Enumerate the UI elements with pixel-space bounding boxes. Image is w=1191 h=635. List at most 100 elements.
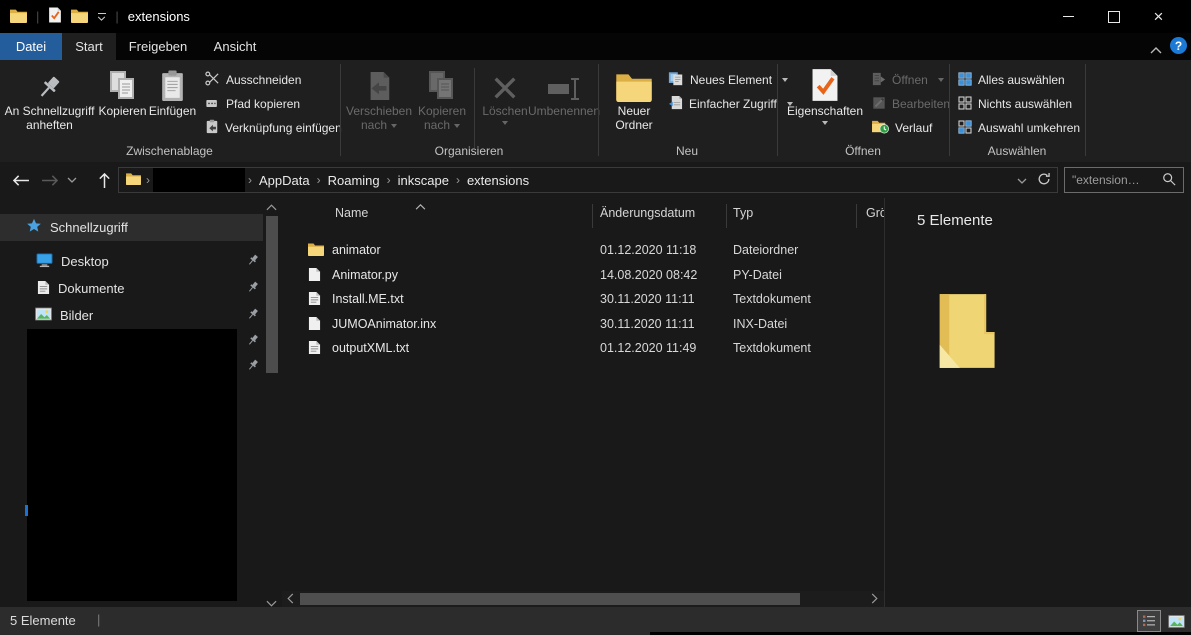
tab-ansicht[interactable]: Ansicht — [200, 33, 270, 60]
file-row-outputxml[interactable]: outputXML.txt 01.12.2020 11:49 Textdokum… — [282, 336, 884, 360]
paste-shortcut-button[interactable]: Verknüpfung einfügen — [205, 118, 342, 138]
copy-to-icon — [428, 64, 456, 102]
forward-button[interactable] — [38, 168, 62, 192]
horizontal-scrollbar-thumb[interactable] — [300, 593, 800, 605]
qat-properties-icon[interactable] — [48, 7, 62, 26]
address-toolbar: › › AppData › Roaming › inkscape › exten… — [0, 162, 1191, 198]
pin-icon[interactable] — [247, 254, 259, 269]
group-separator — [474, 68, 475, 148]
main-content: Schnellzugriff Desktop Dokumente Bild — [0, 198, 1191, 607]
up-button[interactable] — [92, 168, 116, 192]
select-all-icon — [958, 72, 972, 89]
sidebar-item-bilder[interactable]: Bilder — [0, 302, 263, 329]
group-separator — [949, 64, 950, 156]
pin-icon[interactable] — [247, 334, 259, 349]
quick-access-star-icon — [26, 218, 42, 237]
column-header-size[interactable]: Größe — [866, 206, 884, 220]
tab-start[interactable]: Start — [62, 33, 116, 60]
address-dropdown-chevron-icon[interactable] — [1017, 173, 1027, 187]
dropdown-caret — [822, 121, 828, 125]
select-none-button[interactable]: Nichts auswählen — [958, 94, 1072, 114]
sidebar-item-dokumente[interactable]: Dokumente — [0, 275, 263, 302]
breadcrumb-inkscape[interactable]: inkscape — [394, 173, 453, 188]
search-icon[interactable] — [1162, 172, 1176, 189]
group-separator — [598, 64, 599, 156]
paste-icon — [160, 64, 185, 102]
breadcrumb-appdata[interactable]: AppData — [255, 173, 314, 188]
invert-selection-button[interactable]: Auswahl umkehren — [958, 118, 1080, 138]
details-view-button[interactable] — [1137, 610, 1161, 632]
minimize-button[interactable] — [1046, 0, 1091, 33]
copy-button[interactable]: Kopieren — [98, 64, 147, 118]
pin-icon[interactable] — [247, 308, 259, 323]
breadcrumb-chevron: › — [143, 173, 153, 187]
properties-button[interactable]: Eigenschaften — [784, 64, 866, 125]
sidebar-scrollbar-thumb[interactable] — [266, 216, 278, 373]
column-resize-handle[interactable] — [726, 204, 727, 228]
file-icon — [308, 316, 321, 334]
ribbon-collapse-chevron-icon[interactable] — [1150, 43, 1162, 57]
sidebar-scrollbar[interactable] — [263, 198, 281, 607]
select-all-button[interactable]: Alles auswählen — [958, 70, 1065, 90]
easy-access-button[interactable]: Einfacher Zugriff — [668, 94, 793, 114]
scroll-left-icon[interactable] — [287, 593, 294, 607]
column-resize-handle[interactable] — [856, 204, 857, 228]
tab-freigeben[interactable]: Freigeben — [116, 33, 200, 60]
easy-access-icon — [668, 95, 683, 113]
pin-icon[interactable] — [247, 359, 259, 374]
refresh-icon[interactable] — [1037, 172, 1051, 189]
group-label-clipboard: Zwischenablage — [0, 144, 339, 158]
new-folder-button[interactable]: Neuer Ordner — [606, 64, 662, 132]
pin-icon — [37, 64, 63, 102]
status-item-count: 5 Elemente — [10, 613, 76, 628]
delete-button[interactable]: Löschen — [479, 64, 531, 125]
pin-icon[interactable] — [247, 281, 259, 296]
invert-selection-icon — [958, 120, 972, 137]
cut-button[interactable]: Ausschneiden — [205, 70, 301, 90]
recent-locations-chevron-icon[interactable] — [64, 168, 80, 192]
rename-button[interactable]: Umbenennen — [532, 64, 596, 118]
dropdown-caret — [454, 124, 460, 128]
copy-path-button[interactable]: Pfad kopieren — [205, 94, 300, 114]
file-row-install-me[interactable]: Install.ME.txt 30.11.2020 11:11 Textdoku… — [282, 287, 884, 311]
back-button[interactable] — [8, 168, 32, 192]
qat-new-folder-icon[interactable] — [71, 8, 88, 26]
maximize-button[interactable] — [1091, 0, 1136, 33]
edit-button[interactable]: Bearbeiten — [872, 94, 950, 114]
close-button[interactable]: × — [1136, 0, 1181, 33]
paste-button[interactable]: Einfügen — [148, 64, 197, 118]
breadcrumb-extensions[interactable]: extensions — [463, 173, 533, 188]
column-header-date[interactable]: Änderungsdatum — [600, 206, 695, 220]
preview-item-count: 5 Elemente — [917, 212, 993, 229]
move-to-button[interactable]: Verschieben nach — [347, 64, 411, 132]
pin-to-quick-access-button[interactable]: An Schnellzugriff anheften — [1, 64, 98, 132]
history-button[interactable]: Verlauf — [872, 118, 932, 138]
sidebar-item-quick-access[interactable]: Schnellzugriff — [0, 214, 263, 241]
pane-divider[interactable] — [884, 198, 885, 607]
new-folder-icon — [616, 64, 652, 102]
thumbnail-view-button[interactable] — [1164, 610, 1188, 632]
scissors-icon — [205, 71, 220, 89]
address-bar[interactable]: › › AppData › Roaming › inkscape › exten… — [118, 167, 1058, 193]
file-row-animator[interactable]: animator 01.12.2020 11:18 Dateiordner — [282, 238, 884, 262]
qat-customize-chevron-icon[interactable] — [97, 13, 106, 21]
column-header-type[interactable]: Typ — [733, 206, 753, 220]
sidebar-item-desktop[interactable]: Desktop — [0, 248, 263, 275]
group-label-select: Auswählen — [949, 144, 1085, 158]
scroll-right-icon[interactable] — [871, 593, 878, 607]
tab-datei[interactable]: Datei — [0, 33, 62, 60]
copy-to-button[interactable]: Kopieren nach — [413, 64, 471, 132]
breadcrumb-roaming[interactable]: Roaming — [324, 173, 384, 188]
horizontal-scrollbar[interactable] — [282, 591, 884, 607]
open-button[interactable]: Öffnen — [872, 70, 944, 90]
column-resize-handle[interactable] — [592, 204, 593, 228]
file-row-animator-py[interactable]: Animator.py 14.08.2020 08:42 PY-Datei — [282, 263, 884, 287]
file-row-jumoanimator[interactable]: JUMOAnimator.inx 30.11.2020 11:11 INX-Da… — [282, 312, 884, 336]
help-icon[interactable]: ? — [1170, 37, 1187, 54]
column-header-name[interactable]: Name — [335, 206, 368, 220]
search-input[interactable]: "extension… — [1064, 167, 1184, 193]
scroll-up-icon[interactable] — [266, 200, 277, 214]
rename-icon — [547, 64, 581, 102]
new-item-button[interactable]: Neues Element — [668, 70, 788, 90]
folder-icon — [308, 242, 324, 259]
